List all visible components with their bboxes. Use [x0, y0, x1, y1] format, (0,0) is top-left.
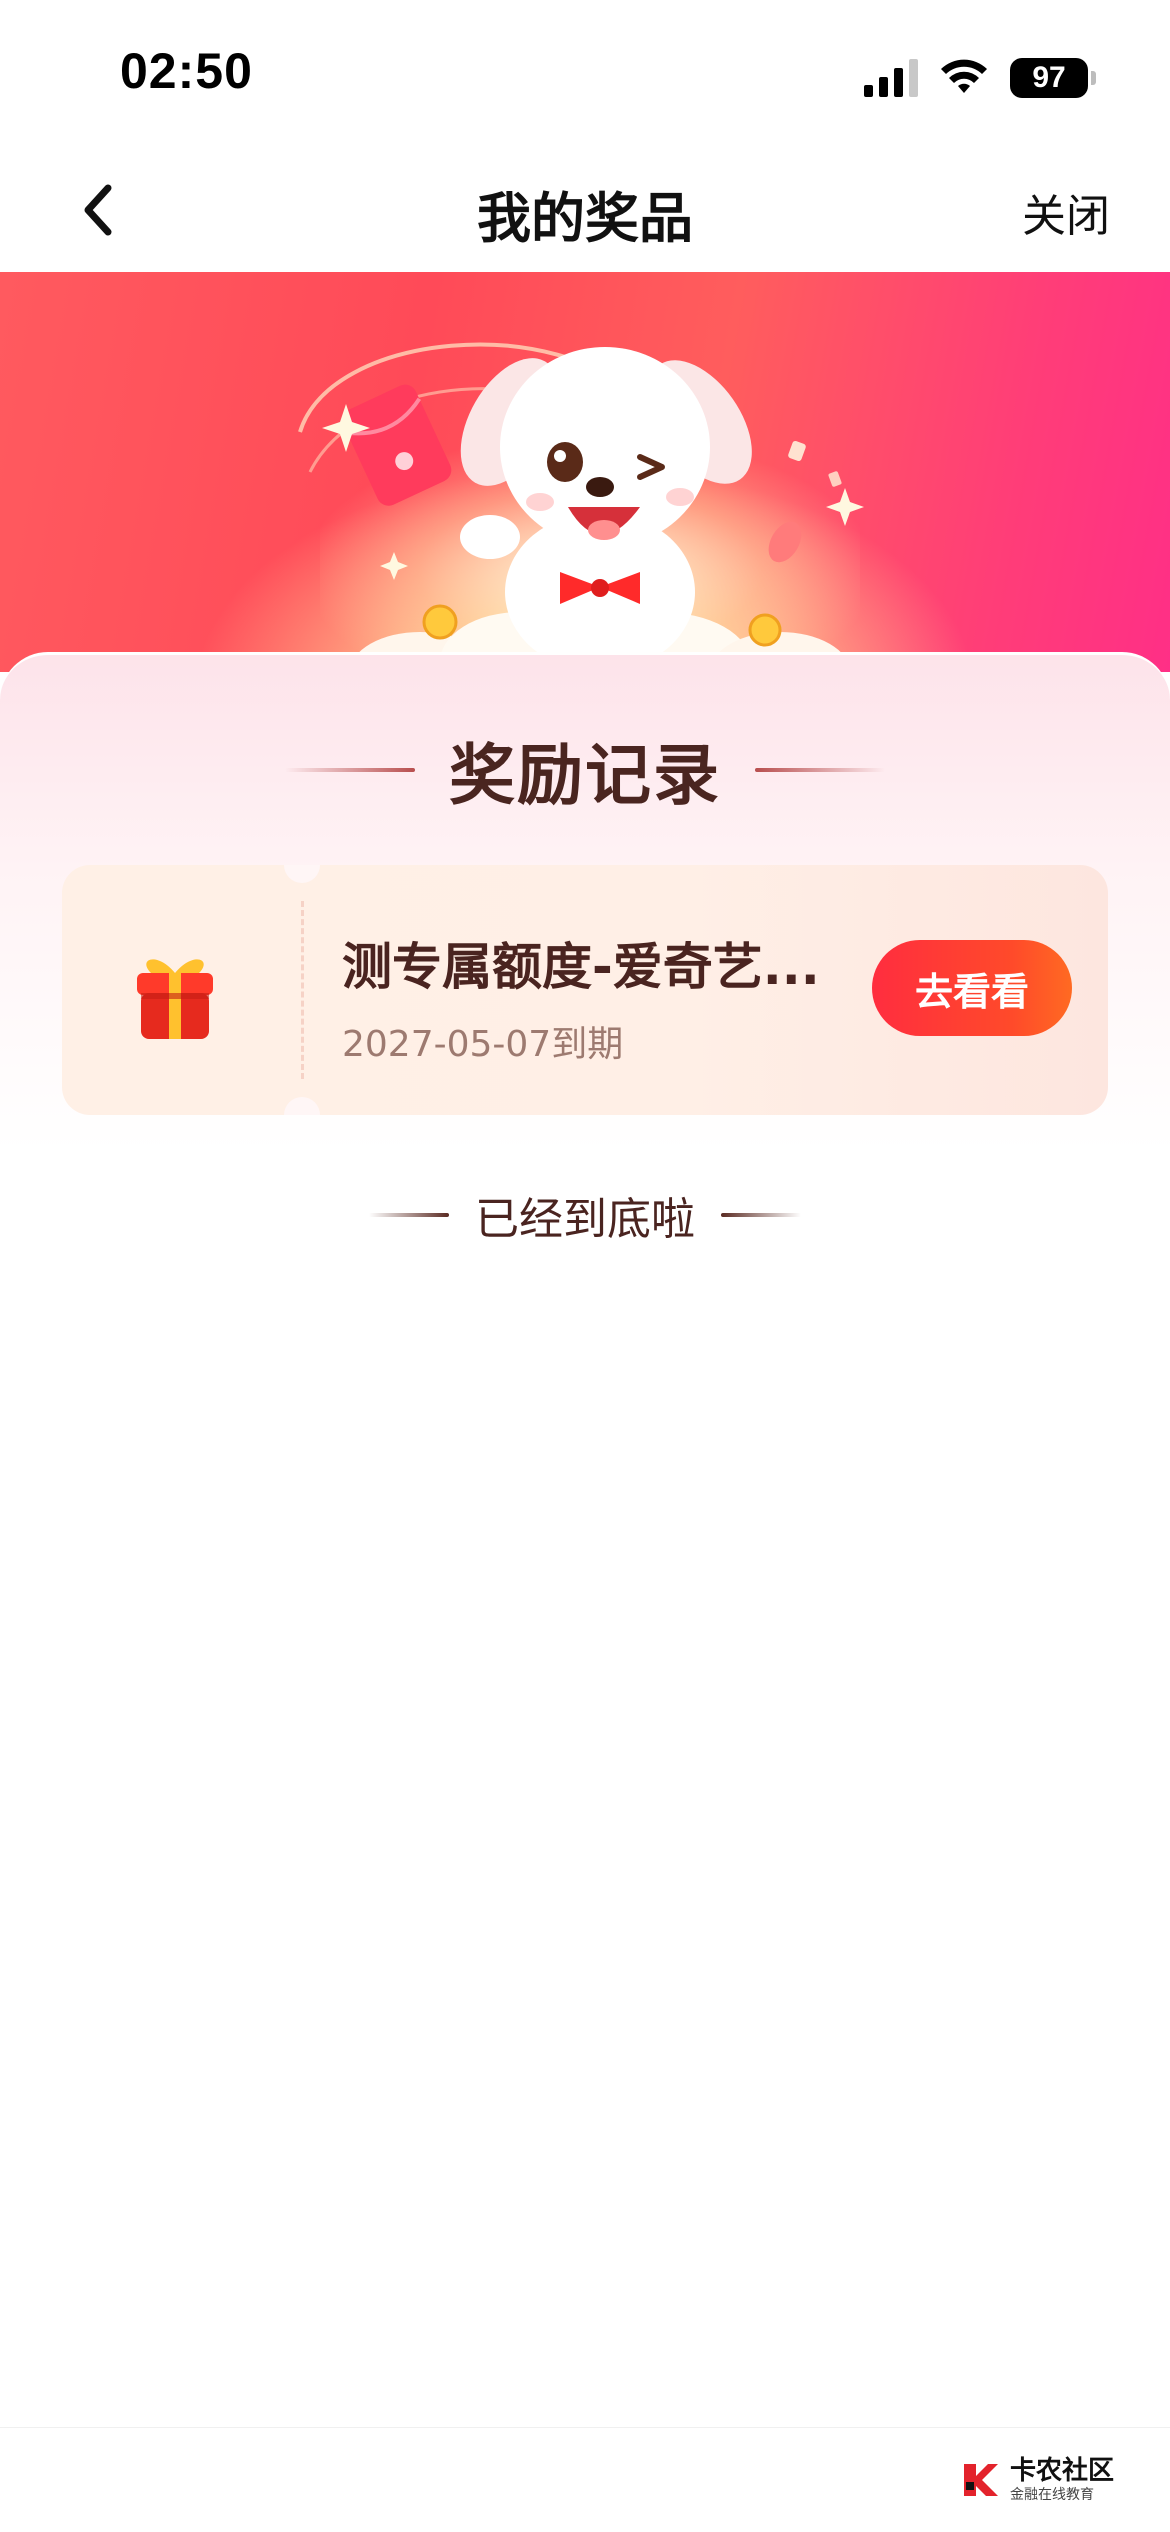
card-notch-bottom	[284, 1097, 320, 1115]
nav-bar: 我的奖品 关闭	[0, 150, 1170, 272]
reward-expiry: 2027-05-07到期	[342, 1024, 624, 1065]
battery-icon: 97	[1010, 58, 1096, 98]
end-decoration-left	[369, 1213, 449, 1217]
red-envelope-icon	[342, 384, 452, 506]
logo-icon	[963, 2464, 998, 2496]
close-button[interactable]: 关闭	[1022, 180, 1110, 244]
page-title: 我的奖品	[477, 187, 693, 250]
hero-banner	[0, 272, 1170, 672]
watermark-logo: 卡农社区 金融在线教育	[960, 2458, 1114, 2502]
gift-icon	[127, 945, 223, 1045]
wifi-icon	[941, 59, 987, 93]
end-decoration-right	[721, 1213, 801, 1217]
view-reward-button[interactable]: 去看看	[872, 940, 1072, 1036]
status-icons: 97	[864, 56, 1096, 100]
section-header: 奖励记录	[0, 725, 1170, 815]
end-of-list-text: 已经到底啦	[475, 1194, 695, 1245]
status-bar: 02:50 97	[0, 0, 1170, 150]
title-decoration-left	[285, 768, 415, 772]
mascot-illustration	[298, 342, 864, 672]
signal-icon	[864, 59, 918, 97]
logo-main-text: 卡农社区	[1009, 2456, 1114, 2486]
section-title: 奖励记录	[449, 737, 721, 814]
status-time: 02:50	[120, 43, 253, 99]
card-divider	[301, 901, 304, 1079]
card-notch-top	[284, 865, 320, 883]
battery-level: 97	[1032, 61, 1066, 94]
title-decoration-right	[755, 768, 885, 772]
rewards-panel: 奖励记录 测专属额度-爱奇艺... 2027-05-07到期 去看看 已经到底啦	[0, 652, 1170, 2427]
end-of-list: 已经到底啦	[0, 1185, 1170, 1245]
reward-card[interactable]: 测专属额度-爱奇艺... 2027-05-07到期 去看看	[62, 865, 1108, 1115]
reward-name: 测专属额度-爱奇艺...	[342, 938, 820, 996]
logo-sub-text: 金融在线教育	[1009, 2487, 1094, 2503]
footer: 卡农社区 金融在线教育	[0, 2427, 1170, 2532]
